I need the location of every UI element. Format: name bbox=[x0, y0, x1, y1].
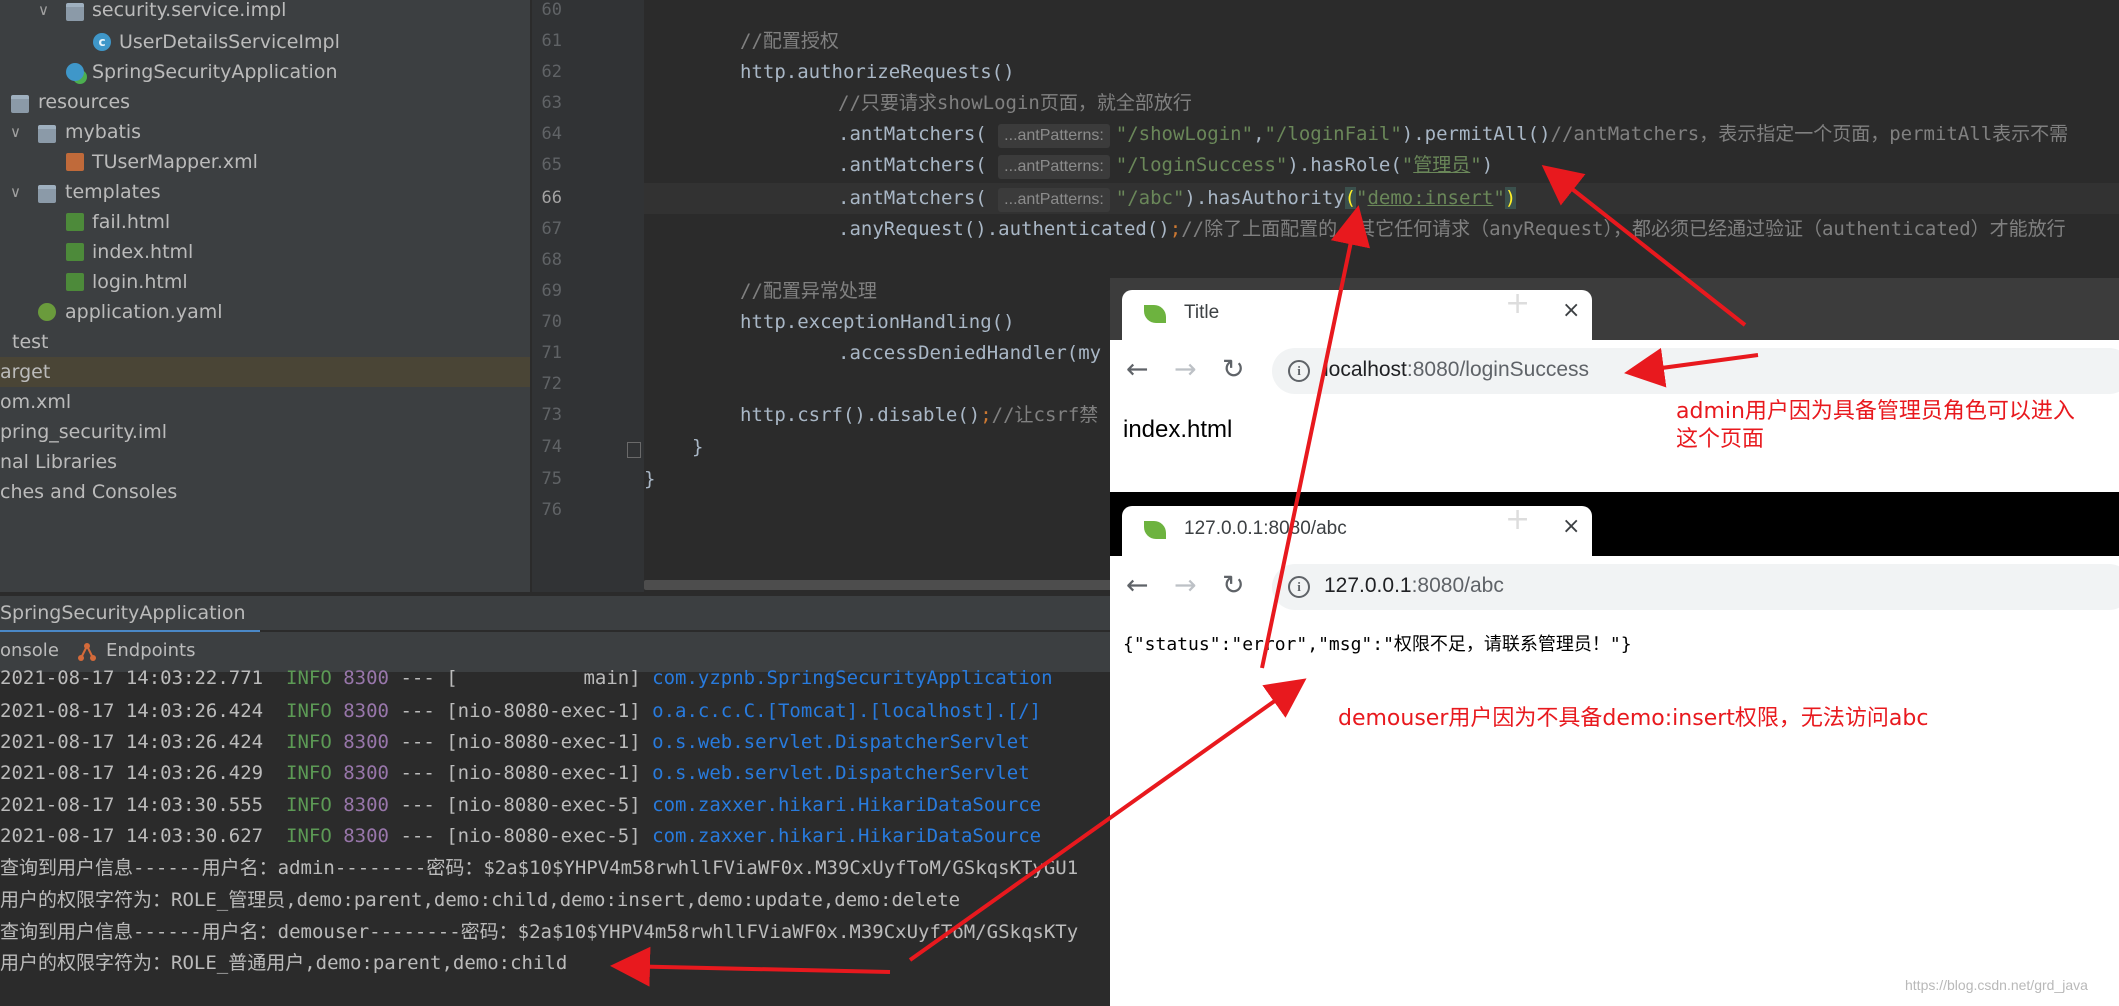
arrow-to-login-success-url bbox=[1624, 347, 1759, 388]
arrow-to-error-json bbox=[908, 678, 1307, 962]
arrow-to-hasauthority bbox=[1260, 205, 1371, 669]
admin-annotation: admin用户因为具备管理员角色可以进入这个页面 bbox=[1676, 399, 2075, 452]
demouser-annotation: demouser用户因为不具备demo:insert权限，无法访问abc bbox=[1338, 706, 1929, 731]
arrow-to-hasrole bbox=[1541, 165, 1747, 327]
watermark: https://blog.csdn.net/grd_java bbox=[1905, 977, 2088, 993]
annotation-arrows bbox=[610, 165, 1759, 987]
arrow-to-demouser-authorities bbox=[610, 946, 891, 987]
